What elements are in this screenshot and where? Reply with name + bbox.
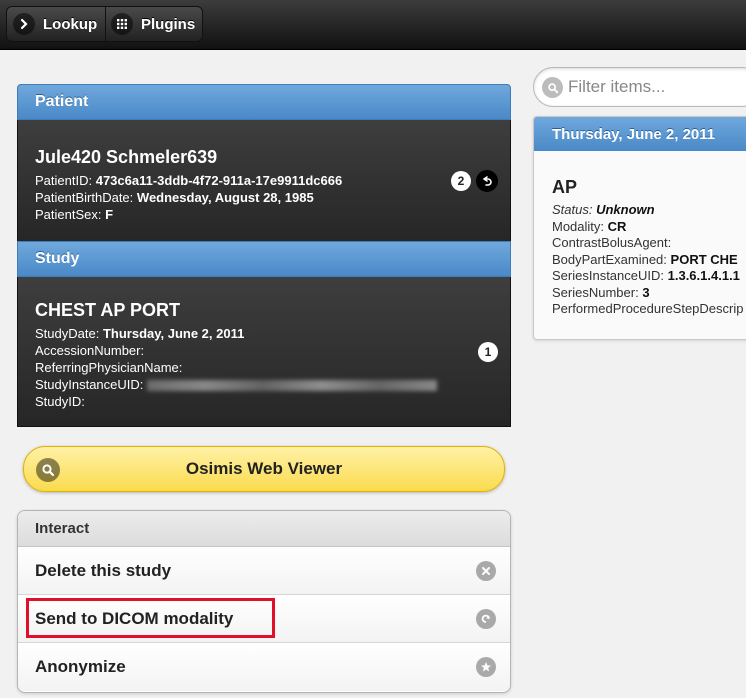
interact-list: Interact Delete this study Send to DICOM…	[17, 510, 511, 693]
study-date-line: StudyDate: Thursday, June 2, 2011	[35, 326, 245, 341]
osimis-web-viewer-label: Osimis Web Viewer	[185, 459, 343, 478]
patient-section-header: Patient	[17, 84, 511, 120]
patient-count-badge: 2	[451, 171, 471, 191]
header-divider	[105, 7, 106, 41]
study-section-header: Study	[17, 241, 511, 277]
filter-items-input[interactable]	[568, 77, 746, 97]
study-panel: Study CHEST AP PORT StudyDate: Thursday,…	[17, 241, 511, 427]
series-instance-uid-line: SeriesInstanceUID: 1.3.6.1.4.1.1	[552, 268, 740, 283]
delete-study-button[interactable]: Delete this study	[18, 547, 510, 595]
series-card[interactable]: Thursday, June 2, 2011 AP Status: Unknow…	[533, 116, 746, 340]
header-button-group: Lookup Plugins	[6, 6, 203, 42]
patient-id-line: PatientID: 473c6a11-3ddb-4f72-911a-17e99…	[35, 173, 343, 188]
top-toolbar: Lookup Plugins	[0, 0, 746, 50]
plugins-label: Plugins	[141, 15, 196, 33]
series-procedure-line: PerformedProcedureStepDescrip	[552, 301, 744, 316]
search-icon	[36, 458, 60, 482]
grid-icon	[111, 13, 133, 35]
referring-physician-line: ReferringPhysicianName:	[35, 360, 183, 375]
reply-arrow-icon[interactable]	[476, 170, 498, 192]
study-details[interactable]: CHEST AP PORT StudyDate: Thursday, June …	[17, 277, 511, 427]
study-instance-uid-line: StudyInstanceUID:	[35, 376, 510, 393]
star-icon	[476, 657, 496, 677]
series-number-line: SeriesNumber: 3	[552, 284, 650, 300]
interact-header: Interact	[18, 511, 510, 547]
send-to-dicom-modality-button[interactable]: Send to DICOM modality	[18, 595, 510, 643]
lookup-button[interactable]: Lookup	[13, 7, 97, 41]
patient-details[interactable]: Jule420 Schmeler639 PatientID: 473c6a11-…	[17, 120, 511, 242]
study-id-line: StudyID:	[35, 394, 85, 409]
anonymize-button[interactable]: Anonymize	[18, 643, 510, 691]
series-contrast-line: ContrastBolusAgent:	[552, 235, 672, 250]
delete-icon	[476, 561, 496, 581]
patient-birthdate-line: PatientBirthDate: Wednesday, August 28, …	[35, 190, 314, 205]
series-status-line: Status: Unknown	[552, 202, 655, 217]
redacted-uid	[147, 380, 438, 392]
filter-box	[533, 67, 746, 107]
osimis-web-viewer-button[interactable]: Osimis Web Viewer	[23, 446, 505, 492]
patient-sex-line: PatientSex: F	[35, 207, 114, 222]
series-modality-line: Modality: CR	[552, 218, 627, 234]
patient-panel: Patient Jule420 Schmeler639 PatientID: 4…	[17, 84, 511, 242]
accession-number-line: AccessionNumber:	[35, 343, 145, 358]
series-date-header: Thursday, June 2, 2011	[534, 117, 746, 151]
study-name: CHEST AP PORT	[35, 300, 181, 320]
chevron-right-icon	[13, 13, 35, 35]
series-title: AP	[552, 177, 578, 197]
search-icon	[542, 77, 563, 98]
patient-name: Jule420 Schmeler639	[35, 147, 218, 167]
series-bodypart-line: BodyPartExamined: PORT CHE	[552, 251, 738, 267]
lookup-label: Lookup	[43, 15, 98, 33]
study-count-badge: 1	[478, 342, 498, 362]
plugins-button[interactable]: Plugins	[111, 7, 195, 41]
forward-icon	[476, 609, 496, 629]
